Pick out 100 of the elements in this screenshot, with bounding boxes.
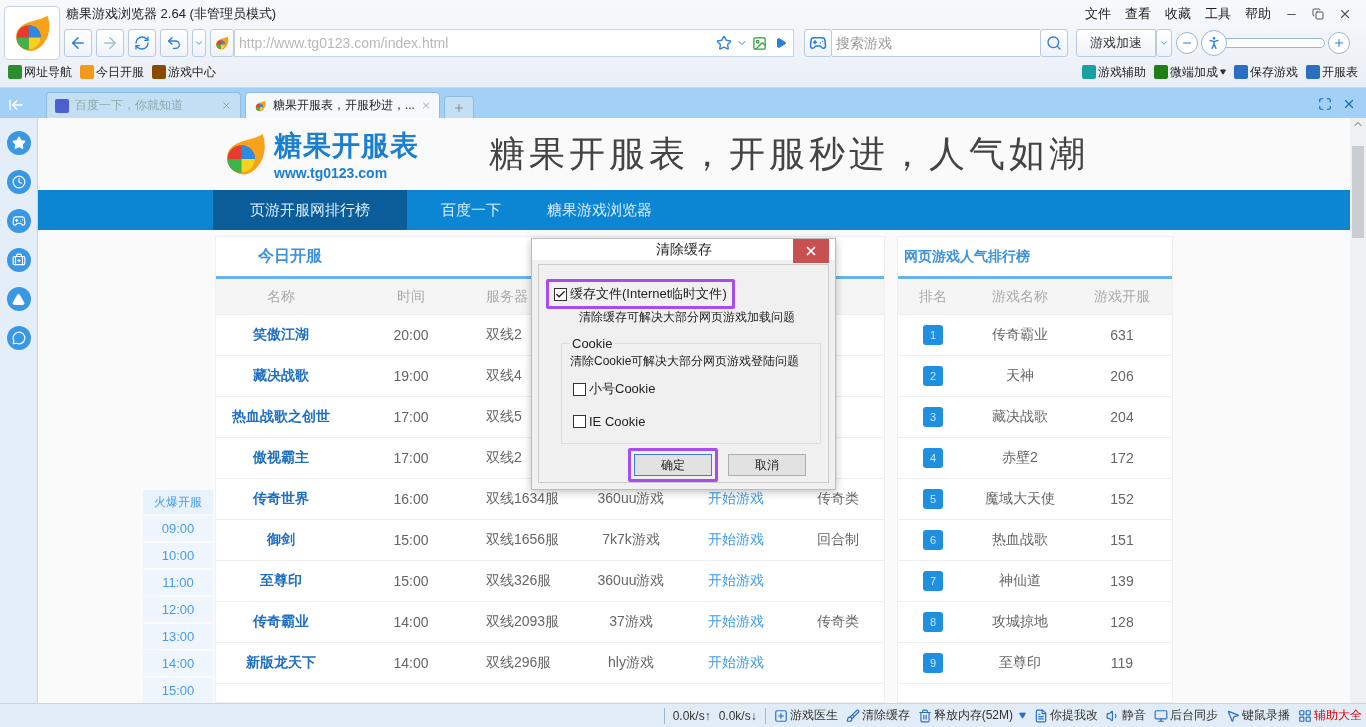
play-icon[interactable] — [775, 37, 787, 49]
games-button[interactable] — [804, 29, 832, 57]
game-link[interactable]: 神仙道 — [999, 572, 1041, 590]
game-link[interactable]: 御剑 — [267, 531, 295, 549]
game-link[interactable]: 赤壁2 — [1002, 449, 1038, 467]
game-link[interactable]: 至尊印 — [999, 654, 1041, 672]
nav-link[interactable]: 百度一下 — [407, 190, 535, 230]
browser-logo[interactable] — [4, 6, 60, 60]
browser-tab[interactable]: 糖果开服表，开服秒进，... — [245, 92, 440, 118]
status-link[interactable]: 静音 — [1122, 707, 1146, 724]
history-button[interactable] — [6, 170, 31, 194]
status-link[interactable]: 游戏医生 — [789, 707, 838, 724]
menu-item[interactable]: 查看 — [1125, 5, 1151, 23]
monitor-icon[interactable] — [1154, 708, 1168, 723]
game-link[interactable]: 热血战歌之创世 — [232, 408, 330, 426]
close-icon — [804, 244, 818, 258]
game-link[interactable]: 传奇世界 — [253, 490, 309, 508]
menu-item[interactable]: 帮助 — [1245, 5, 1271, 23]
fullscreen-icon[interactable] — [1318, 97, 1332, 111]
zoom-in-button[interactable] — [1328, 32, 1350, 54]
game-link[interactable]: 传奇霸业 — [253, 613, 309, 631]
status-link[interactable]: 后台同步 — [1170, 707, 1218, 724]
checkbox-option[interactable]: 缓存文件(Internet临时文件) — [546, 279, 735, 309]
game-link[interactable]: 至尊印 — [260, 572, 302, 590]
slogan: 糖果开服表，开服秒进，人气如潮 — [489, 131, 1089, 176]
caret-icon[interactable] — [1019, 712, 1026, 719]
game-link[interactable]: 开始游戏 — [708, 613, 764, 631]
dialog-button[interactable]: 取消 — [728, 454, 806, 476]
checkbox[interactable] — [573, 382, 586, 396]
bookmark-link[interactable]: 游戏中心 — [152, 63, 216, 81]
toolbar-link[interactable]: 开服表 — [1306, 63, 1358, 81]
first-aid-icon — [11, 253, 26, 267]
game-link[interactable]: 魔域大天使 — [985, 490, 1055, 508]
game-link[interactable]: 藏决战歌 — [253, 367, 309, 385]
rank-badge: 3 — [923, 407, 943, 427]
game-link[interactable]: 天神 — [1006, 367, 1034, 385]
close-button[interactable] — [793, 239, 829, 263]
image-icon[interactable] — [752, 35, 767, 51]
plus-icon[interactable] — [773, 708, 788, 723]
game-link[interactable]: 开始游戏 — [708, 654, 764, 672]
doctor-button[interactable] — [6, 248, 31, 272]
nav-link[interactable]: 页游开服网排行榜 — [213, 190, 407, 230]
grid-icon[interactable] — [1298, 708, 1312, 723]
checkbox[interactable] — [573, 415, 586, 428]
games-button[interactable] — [6, 209, 31, 233]
brush-icon[interactable] — [845, 708, 860, 723]
zoom-slider[interactable] — [1201, 30, 1325, 56]
document-icon[interactable] — [1034, 708, 1048, 723]
status-link[interactable]: 键鼠录播 — [1242, 707, 1290, 724]
game-link[interactable]: 开始游戏 — [708, 490, 764, 508]
status-link[interactable]: 辅助大全 — [1314, 707, 1362, 724]
game-link[interactable]: 开始游戏 — [708, 531, 764, 549]
menu-item[interactable]: 收藏 — [1165, 5, 1191, 23]
game-link[interactable]: 新版龙天下 — [246, 654, 316, 672]
close-icon[interactable] — [1342, 97, 1356, 111]
trash-icon[interactable] — [917, 708, 932, 723]
dialog-button[interactable]: 确定 — [634, 454, 712, 476]
pointer-icon[interactable] — [1226, 708, 1240, 723]
site-button[interactable] — [210, 29, 234, 57]
clean-button[interactable] — [6, 287, 31, 311]
game-link[interactable]: 传奇霸业 — [992, 326, 1048, 344]
scrollbar-thumb[interactable] — [1352, 146, 1364, 238]
game-link[interactable]: 藏决战歌 — [992, 408, 1048, 426]
refresh-button[interactable] — [128, 29, 156, 57]
search-button[interactable] — [1040, 29, 1068, 57]
game-link[interactable]: 笑傲江湖 — [253, 326, 309, 344]
game-link[interactable]: 开始游戏 — [708, 572, 764, 590]
game-link[interactable]: 攻城掠地 — [992, 613, 1048, 631]
undo-button[interactable] — [160, 29, 188, 57]
back-button[interactable] — [64, 29, 92, 57]
close-icon[interactable] — [1338, 7, 1352, 21]
status-link[interactable]: 清除缓存 — [861, 707, 910, 724]
checkbox-option[interactable]: 小号Cookie — [565, 374, 664, 404]
game-link[interactable]: 热血战歌 — [992, 531, 1048, 549]
checkbox-option[interactable]: IE Cookie — [565, 408, 654, 435]
menu-item[interactable]: 工具 — [1205, 5, 1231, 23]
star-icon[interactable] — [716, 35, 732, 51]
speed-button[interactable]: 游戏加速 — [1076, 29, 1156, 57]
status-link[interactable]: 释放内存(52M) — [933, 707, 1013, 724]
search-field[interactable]: 搜索游戏 — [832, 29, 1040, 57]
table-cell: 15:00 — [393, 532, 429, 548]
bookmark-link[interactable]: 网址导航 — [8, 63, 72, 81]
toolbar-link[interactable]: 保存游戏 — [1234, 63, 1298, 81]
bookmark-link[interactable]: 今日开服 — [80, 63, 144, 81]
site-logo[interactable]: 糖果开服表 www.tg0123.com — [220, 127, 419, 182]
checkbox[interactable] — [554, 287, 567, 301]
menu-item[interactable]: 文件 — [1085, 5, 1111, 23]
toolbar-link[interactable]: 游戏辅助 — [1082, 63, 1146, 81]
slider-thumb[interactable] — [1201, 30, 1227, 56]
table-cell: 双线296服 — [486, 654, 552, 672]
favorites-button[interactable] — [6, 131, 31, 155]
restore-icon[interactable] — [1312, 8, 1324, 20]
arrow-right-icon — [101, 34, 119, 52]
chat-button[interactable] — [6, 326, 31, 350]
toolbar-link[interactable]: 微端加成 — [1154, 63, 1226, 81]
game-link[interactable]: 傲视霸主 — [253, 449, 309, 467]
nav-link[interactable]: 糖果游戏浏览器 — [535, 190, 663, 230]
zoom-out-button[interactable] — [1176, 32, 1198, 54]
dialog-title: 清除缓存 — [655, 240, 712, 259]
status-link[interactable]: 你提我改 — [1050, 707, 1098, 724]
